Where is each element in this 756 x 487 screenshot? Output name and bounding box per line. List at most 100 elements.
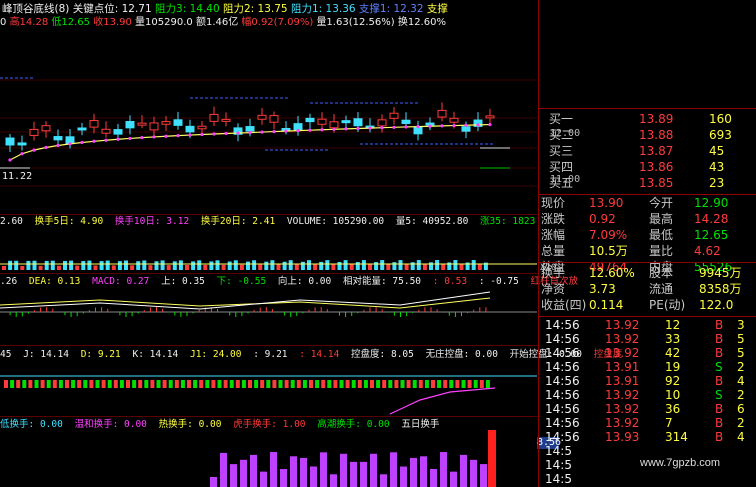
macd-i: : -0.75	[478, 276, 519, 287]
turnover-bar	[210, 477, 217, 487]
stat-label: 流通	[649, 282, 674, 296]
bid-price: 13.89	[639, 112, 674, 126]
volume-bar	[282, 261, 287, 270]
chart-area[interactable]: 峰顶谷底线(8) 关键点位: 12.71 阻力3: 14.40 阻力2: 13.…	[0, 0, 622, 487]
turnover-bar	[488, 430, 496, 487]
macd-rise: 向上: 0.00	[277, 276, 332, 287]
kdj-bar	[437, 380, 442, 388]
kdj-bar	[46, 380, 51, 388]
tick-count: 5	[737, 346, 745, 360]
kdj-bar	[58, 380, 63, 388]
volume-bar	[380, 260, 385, 270]
tick-price: 13.92	[605, 402, 640, 416]
ma-dot	[464, 123, 468, 127]
candle-body	[389, 112, 399, 119]
kdj-a: 45	[0, 349, 12, 360]
stat-label: PE(动)	[649, 298, 686, 312]
volume-bar	[63, 260, 67, 270]
tick-time: 14:56	[545, 388, 580, 402]
ma-dot	[32, 148, 36, 152]
info-open: 0	[0, 17, 7, 28]
kdj-bar	[388, 380, 393, 388]
quote-panel: 买一 13.89 160 买二 13.88 693 买三 13.87 45 买四 13.86 43 买五…	[538, 0, 756, 487]
bid-price: 13.88	[639, 128, 674, 142]
kdj-bar	[162, 380, 167, 388]
kdj-bar	[461, 380, 466, 388]
bid-volume: 43	[709, 160, 725, 174]
kdj-bar	[119, 380, 124, 388]
divider	[0, 273, 537, 274]
tick-count: 4	[737, 374, 745, 388]
stat-label: 现价	[541, 196, 566, 210]
kdj-bar	[455, 380, 460, 388]
turn-tiger: 虎手换手: 1.00	[233, 419, 306, 430]
volume-bar	[130, 265, 135, 270]
kdj-bar	[485, 380, 490, 388]
bid-label: 买三	[549, 144, 574, 158]
ma-dot	[320, 128, 324, 132]
turnover-bar	[400, 466, 407, 487]
volume-bar	[276, 264, 281, 270]
kdj-bar	[10, 380, 15, 388]
stat-label: 量比	[649, 244, 674, 258]
kdj-bar	[248, 380, 252, 388]
ma-dot	[404, 125, 408, 129]
vol-val-a: 2.60	[0, 216, 23, 227]
candle-body	[149, 122, 159, 131]
tick-side: B	[715, 430, 724, 444]
turnover-bar	[230, 464, 237, 487]
ma-dot	[116, 137, 120, 141]
volume-bar	[111, 265, 116, 270]
kdj-bar	[16, 380, 21, 388]
volume-bar	[288, 260, 293, 270]
turn-climax: 高潮换手: 0.00	[317, 419, 390, 430]
tick-price: 13.91	[605, 374, 640, 388]
kdj-bar	[138, 380, 143, 388]
turn-mild: 温和换手: 0.00	[74, 419, 147, 430]
tick-volume: 7	[665, 416, 673, 430]
kdj-bar	[126, 380, 130, 388]
volume-bar	[87, 260, 92, 270]
candle-body	[173, 119, 183, 126]
kdj-bar	[193, 380, 198, 388]
volume-bar	[239, 264, 244, 270]
kdj-bar	[71, 380, 76, 388]
tick-count: 6	[737, 402, 745, 416]
ma-dot	[272, 129, 276, 134]
kdj-bar	[180, 380, 185, 388]
info-low: 低12.65	[51, 17, 91, 28]
bid-volume: 45	[709, 144, 725, 158]
ma-dot	[356, 126, 360, 131]
volume-bar	[221, 264, 226, 270]
ma-dot	[200, 132, 204, 137]
bid-price: 13.86	[639, 160, 674, 174]
volume-bar	[294, 264, 299, 270]
kdj-bar	[205, 380, 210, 388]
ma-dot	[140, 136, 144, 140]
candle-body	[317, 118, 327, 125]
volume-bar	[331, 264, 336, 270]
kdj-bar	[333, 380, 338, 388]
turnover-bar	[280, 469, 287, 487]
tick-side: B	[715, 402, 724, 416]
volume-bar	[429, 262, 433, 270]
macd-dea: DEA: 0.13	[28, 276, 81, 287]
info-turnover: 换12.60%	[397, 17, 446, 28]
candle-body	[437, 109, 447, 118]
tick-volume: 19	[665, 360, 681, 374]
kdj-bar	[241, 380, 246, 388]
volume-bar	[166, 265, 171, 270]
candle-body	[185, 125, 195, 133]
candle-body	[17, 142, 27, 146]
kline-chart[interactable]	[0, 0, 537, 487]
volume-bar	[215, 260, 220, 270]
candle-body	[5, 137, 15, 146]
turnover-bar	[440, 452, 447, 487]
tick-time: 14:5	[545, 458, 572, 472]
turnover-header: 低换手: 0.00 温和换手: 0.00 热换手: 0.00 虎手换手: 1.0…	[0, 418, 445, 431]
volume-bar	[459, 263, 464, 270]
turnover-bar	[470, 459, 477, 487]
turn-low: 低换手: 0.00	[0, 419, 63, 430]
kdj-bar	[28, 380, 33, 388]
macd-down: 下: -0.55	[216, 276, 267, 287]
